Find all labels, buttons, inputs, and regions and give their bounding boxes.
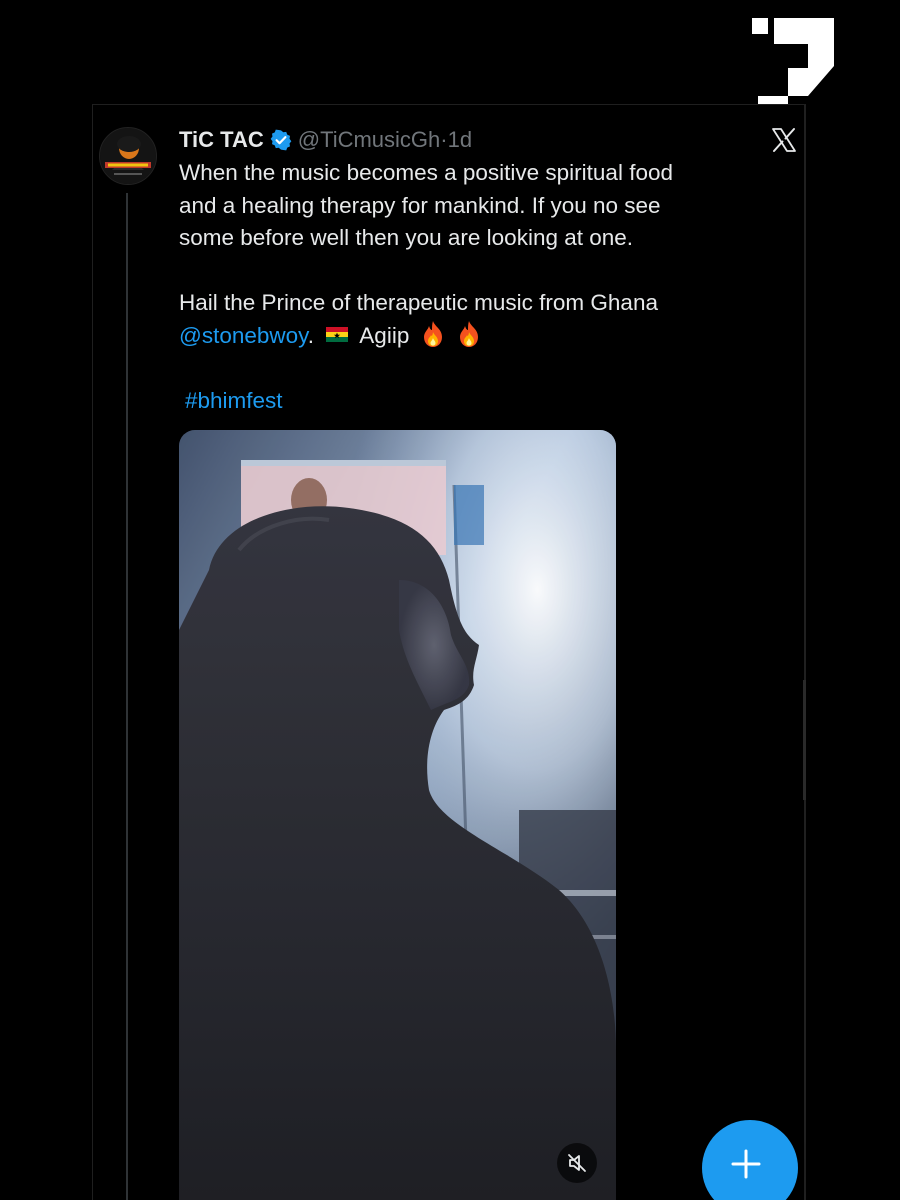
exclamation-text: Agiip	[359, 322, 410, 348]
x-logo-icon	[772, 128, 796, 152]
thread-line	[126, 193, 128, 1200]
user-handle[interactable]: @TiCmusicGh	[298, 126, 441, 154]
hashtag-link[interactable]: #bhimfest	[185, 388, 283, 413]
tweet-video[interactable]	[179, 430, 616, 1200]
tweet-text-line: some before well then you are looking at…	[179, 225, 634, 250]
tweet-header: TiC TAC @TiCmusicGh · 1d	[179, 126, 472, 154]
avatar[interactable]	[99, 127, 157, 185]
ghana-flag-icon	[326, 327, 349, 343]
scrollbar[interactable]	[803, 680, 806, 800]
tweet-text-line: When the music becomes a positive spirit…	[179, 160, 673, 185]
meta-separator: ·	[440, 127, 448, 152]
tweet-text-line: @stonebwoy. Agiip	[179, 320, 779, 353]
fire-icon	[459, 320, 478, 347]
avatar-image	[100, 128, 156, 184]
hashtag-line: #bhimfest	[185, 386, 283, 416]
video-frame	[179, 430, 616, 1200]
mention-period: .	[307, 322, 315, 348]
tweet-text-line: Hail the Prince of therapeutic music fro…	[179, 290, 658, 315]
tweet-text: When the music becomes a positive spirit…	[179, 157, 779, 352]
screen: TiC TAC @TiCmusicGh · 1d When the music …	[0, 0, 900, 1200]
plus-icon	[731, 1149, 761, 1179]
tweet-card[interactable]: TiC TAC @TiCmusicGh · 1d When the music …	[92, 104, 806, 1200]
tweet-text-line: and a healing therapy for mankind. If yo…	[179, 192, 661, 218]
display-name[interactable]: TiC TAC	[179, 126, 264, 154]
fire-icon	[423, 320, 442, 347]
verified-badge-icon	[270, 129, 292, 151]
mention-link[interactable]: @stonebwoy	[179, 323, 308, 348]
mute-toggle-button[interactable]	[557, 1143, 597, 1183]
timestamp[interactable]: 1d	[448, 126, 472, 154]
speaker-muted-icon	[568, 1154, 586, 1172]
